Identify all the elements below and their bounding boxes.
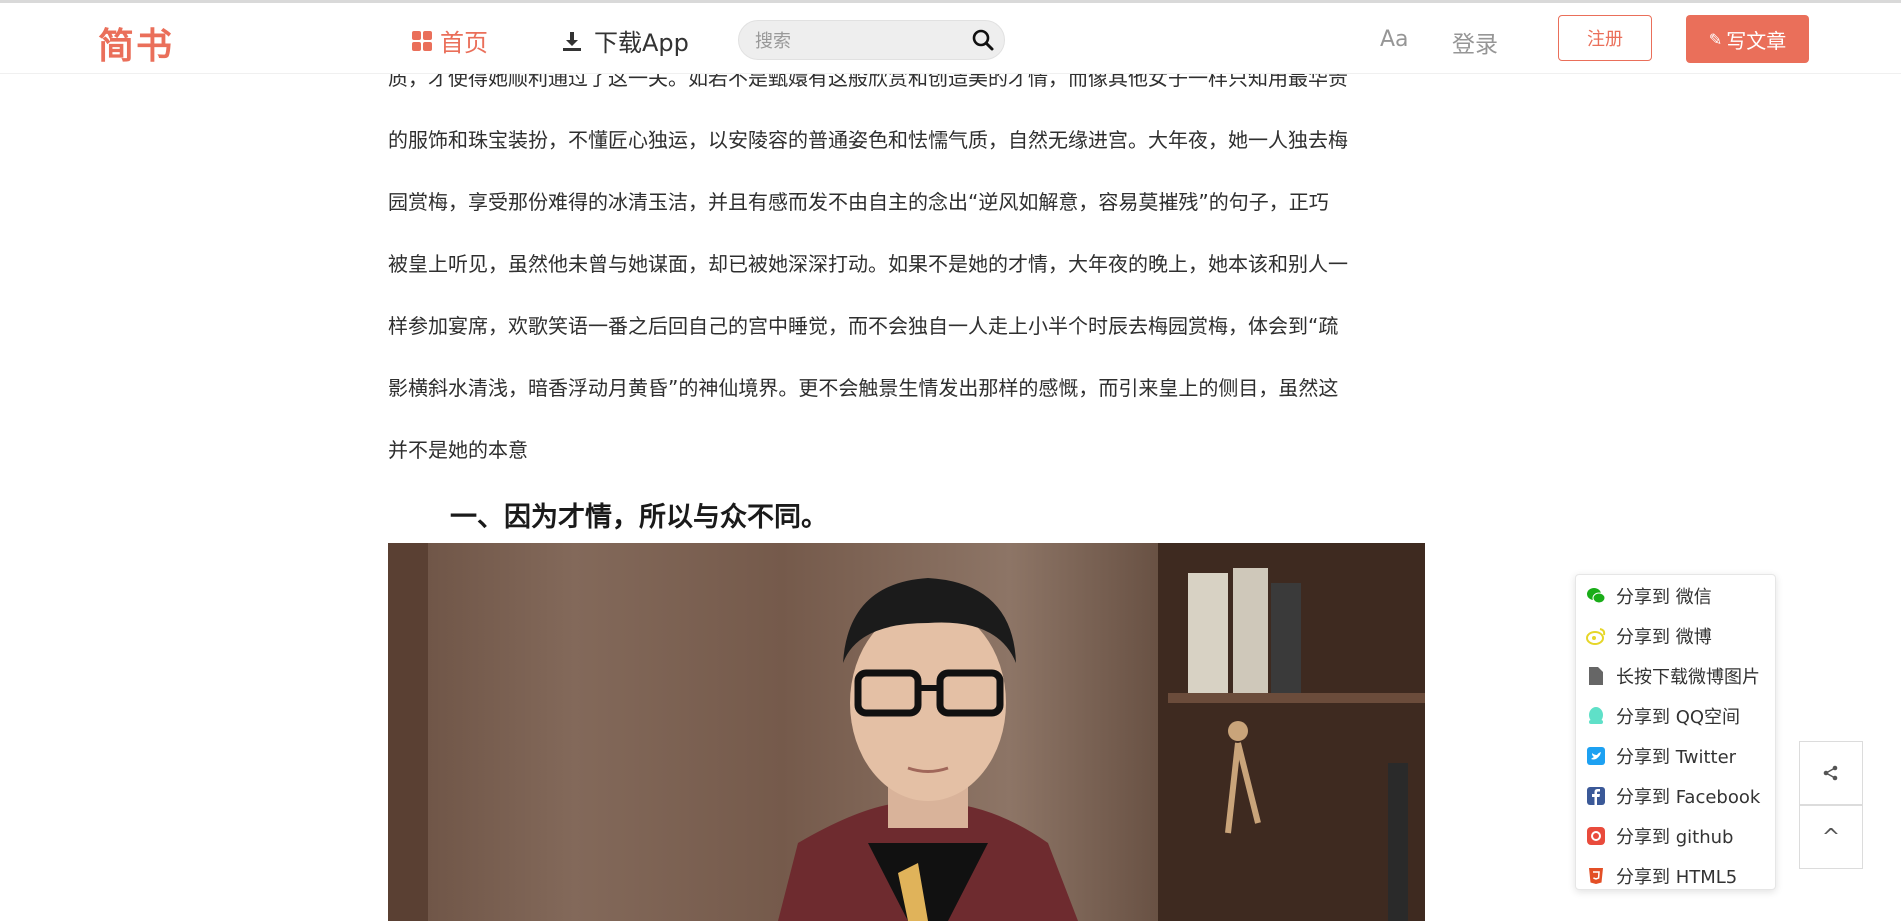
share-item-label: 分享到 微信 — [1616, 587, 1712, 608]
nav-home-label: 首页 — [440, 29, 488, 57]
share-item-label: 分享到 github — [1616, 827, 1734, 848]
paragraph-line: 被皇上听见，虽然他未曾与她谋面，却已被她深深打动。如果不是她的才情，大年夜的晚上… — [388, 252, 1348, 276]
paragraph-line: 影横斜水清浅，暗香浮动月黄昏”的神仙境界。更不会触景生情发出那样的感慨，而引来皇… — [388, 376, 1339, 400]
home-grid-icon — [412, 30, 432, 51]
write-article-button[interactable]: ✎ 写文章 — [1686, 15, 1809, 63]
search-icon[interactable] — [970, 27, 996, 53]
nav-home-link[interactable]: 首页 — [412, 23, 488, 58]
share-menu: 分享到 微信 分享到 微博 长按下载微博图片 分享到 QQ空间 分享到 Twit… — [1575, 574, 1776, 890]
font-size-toggle[interactable]: Aa — [1380, 27, 1409, 52]
share-item-label: 分享到 Twitter — [1616, 747, 1737, 768]
search-box — [738, 20, 1005, 60]
share-icon — [1823, 765, 1838, 781]
share-html5-item[interactable]: 分享到 HTML5 — [1586, 863, 1737, 889]
article-photo — [388, 543, 1425, 921]
share-facebook-item[interactable]: 分享到 Facebook — [1586, 783, 1760, 809]
html5-icon — [1586, 866, 1606, 886]
download-icon — [563, 31, 581, 51]
share-github-item[interactable]: 分享到 github — [1586, 823, 1733, 849]
back-to-top-icon: ^ — [1821, 824, 1841, 850]
share-item-label: 长按下载微博图片 — [1616, 667, 1760, 688]
top-navbar: 简书 首页 下载App Aa 登录 注册 ✎ 写文章 — [0, 3, 1901, 74]
paragraph-line: 园赏梅，享受那份难得的冰清玉洁，并且有感而发不由自主的念出“逆风如解意，容易莫摧… — [388, 190, 1329, 214]
wechat-icon — [1586, 586, 1606, 606]
paragraph-line: 的服饰和珠宝装扮，不懂匠心独运，以安陵容的普通姿色和怯懦气质，自然无缘进宫。大年… — [388, 128, 1348, 152]
pen-icon: ✎ — [1708, 29, 1723, 49]
share-item-label: 分享到 Facebook — [1616, 787, 1761, 808]
twitter-icon — [1586, 746, 1606, 766]
qq-icon — [1586, 706, 1606, 726]
site-logo[interactable]: 简书 — [98, 17, 174, 69]
back-to-top-button[interactable]: ^ — [1799, 805, 1863, 869]
paragraph-line: 并不是她的本意 — [388, 438, 528, 462]
share-item-label: 分享到 微博 — [1616, 627, 1712, 648]
portrait-illustration — [388, 543, 1425, 921]
paragraph-line: 样参加宴席，欢歌笑语一番之后回自己的宫中睡觉，而不会独自一人走上小半个时辰去梅园… — [388, 314, 1339, 338]
file-icon — [1586, 666, 1606, 686]
weibo-icon — [1586, 626, 1606, 646]
facebook-icon — [1586, 786, 1606, 806]
share-item-label: 分享到 HTML5 — [1616, 867, 1738, 888]
section-heading: 一、因为才情，所以与众不同。 — [450, 502, 828, 533]
login-link[interactable]: 登录 — [1452, 25, 1498, 59]
share-item-label: 分享到 QQ空间 — [1616, 707, 1741, 728]
signup-button[interactable]: 注册 — [1558, 15, 1652, 61]
share-wechat-item[interactable]: 分享到 微信 — [1586, 583, 1712, 609]
search-input[interactable] — [753, 27, 957, 55]
github-icon — [1586, 826, 1606, 846]
nav-download-app-link[interactable]: 下载App — [560, 23, 689, 58]
share-weibo-item[interactable]: 分享到 微博 — [1586, 623, 1712, 649]
share-weibo-image-item[interactable]: 长按下载微博图片 — [1586, 663, 1760, 689]
write-article-label: 写文章 — [1726, 28, 1787, 53]
share-toggle-button[interactable] — [1799, 741, 1863, 805]
share-qzone-item[interactable]: 分享到 QQ空间 — [1586, 703, 1740, 729]
nav-download-app-label: 下载App — [594, 29, 689, 57]
share-twitter-item[interactable]: 分享到 Twitter — [1586, 743, 1736, 769]
